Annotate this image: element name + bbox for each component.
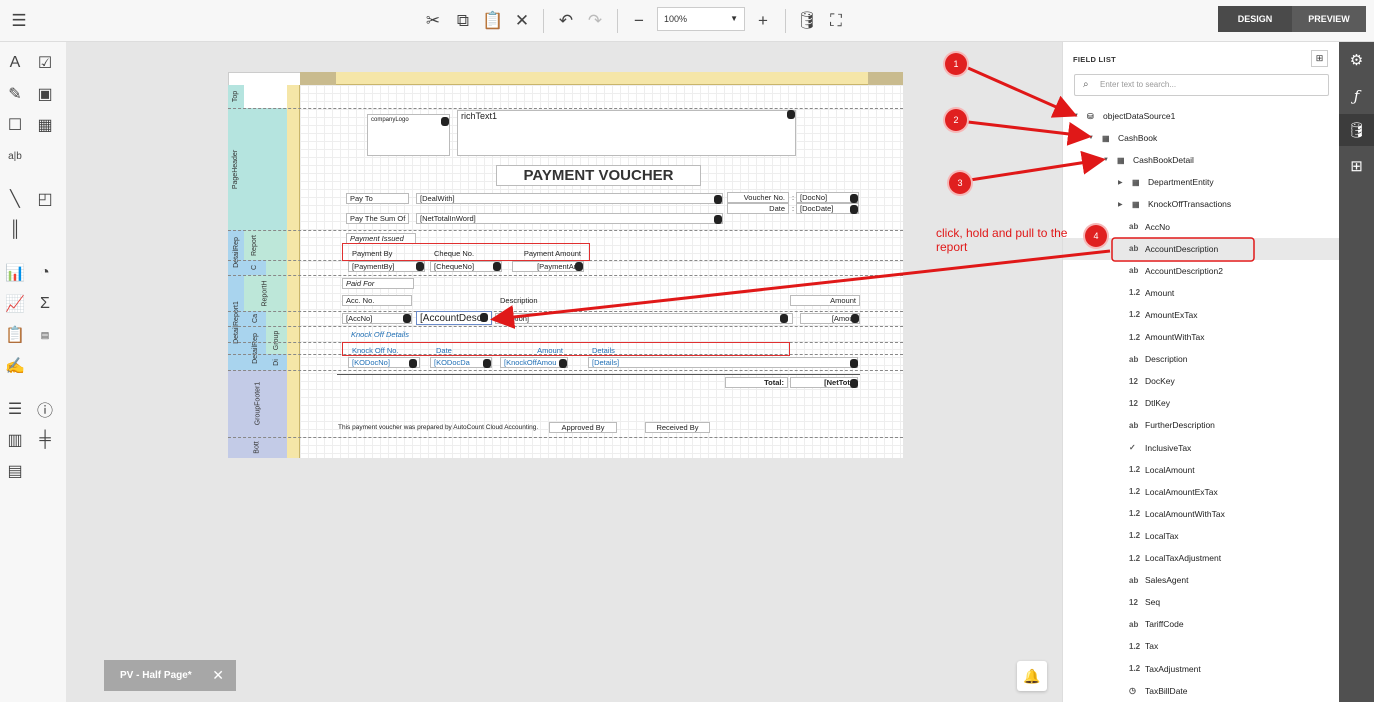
step-2-marker: 2 [945,109,967,131]
step-1-marker: 1 [945,53,967,75]
step-3-marker: 3 [949,172,971,194]
step-4-marker: 4 [1085,225,1107,247]
instruction-annotation: click, hold and pull to the report [936,226,1068,254]
annotation-arrows [490,66,1255,329]
